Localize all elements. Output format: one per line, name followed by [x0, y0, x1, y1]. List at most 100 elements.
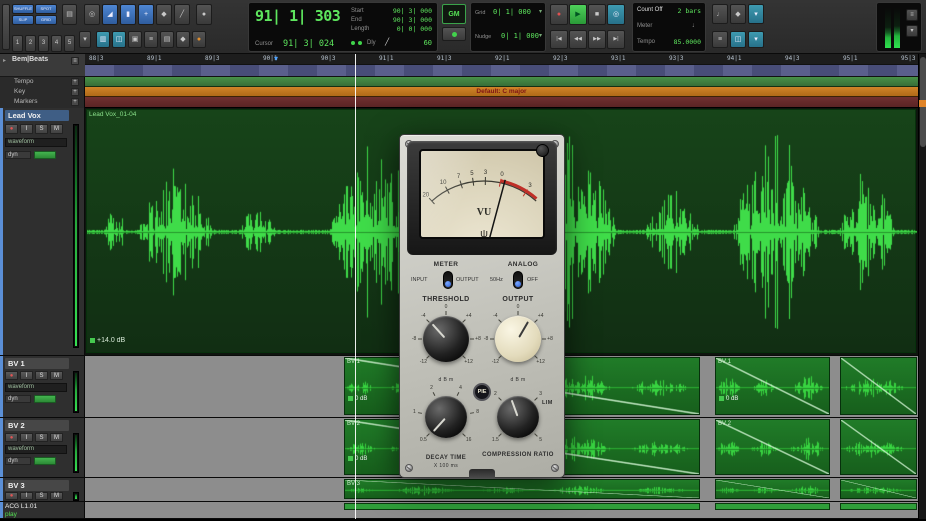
- track-header-bv2[interactable]: BV 2 ● I S M waveform dyn: [0, 418, 85, 478]
- ruler-row-markers[interactable]: Markers +: [0, 97, 85, 107]
- midi-merge-toggle[interactable]: ≡: [712, 31, 728, 48]
- fast-forward-button[interactable]: ▶▶: [588, 30, 606, 49]
- nudge-value[interactable]: 0| 1| 000: [501, 32, 539, 40]
- solo-button[interactable]: S: [35, 433, 48, 442]
- edit-mode-spot-button[interactable]: SPOT: [35, 4, 57, 14]
- audio-region-bv2c[interactable]: [840, 419, 917, 475]
- ruler-menu-button[interactable]: ≡: [71, 57, 79, 65]
- input-monitor-button[interactable]: I: [20, 371, 33, 380]
- mute-button[interactable]: M: [50, 433, 63, 442]
- audio-region-bv3[interactable]: BV 3: [344, 479, 700, 499]
- count-off-label[interactable]: Count Off: [637, 7, 663, 13]
- memory-location-2[interactable]: 2: [25, 35, 36, 52]
- meter-source-toggle[interactable]: [443, 271, 453, 289]
- track-list-toggle[interactable]: ◫: [730, 31, 746, 48]
- scrubber-tool-button[interactable]: ◆: [156, 4, 172, 25]
- tempo-label[interactable]: Tempo: [637, 39, 655, 45]
- audio-region-acg-b[interactable]: [715, 503, 830, 510]
- conductor-button[interactable]: ◆: [730, 4, 746, 24]
- smart-tool-button[interactable]: ●: [196, 4, 212, 25]
- selector-tool-button[interactable]: ▮: [120, 4, 136, 25]
- trim-tool-button[interactable]: ◢: [102, 4, 118, 25]
- count-off-value[interactable]: 2 bars: [678, 7, 701, 15]
- selection-length-value[interactable]: 0| 0| 000: [397, 25, 432, 33]
- grabber-tool-button[interactable]: +: [138, 4, 154, 25]
- memory-location-4[interactable]: 4: [51, 35, 62, 52]
- add-tempo-event-button[interactable]: +: [71, 78, 79, 86]
- track-view-selector[interactable]: waveform: [5, 138, 67, 147]
- tempo-ruler-bar[interactable]: [85, 77, 918, 87]
- link-track-button[interactable]: ▣: [128, 31, 142, 48]
- track-lane-acg[interactable]: [85, 502, 918, 519]
- tempo-value[interactable]: 85.0000: [674, 38, 701, 46]
- track-name-bv2[interactable]: BV 2: [5, 420, 69, 431]
- record-button[interactable]: ●: [550, 4, 568, 25]
- track-header-acg[interactable]: ACG L1.01 play: [0, 502, 85, 519]
- selection-start-value[interactable]: 90| 3| 000: [393, 7, 432, 15]
- markers-ruler-bar[interactable]: [85, 97, 918, 108]
- grid-dropdown-icon[interactable]: ▾: [539, 8, 542, 15]
- rewind-button[interactable]: ◀◀: [569, 30, 587, 49]
- compression-ratio-knob[interactable]: [497, 396, 539, 438]
- track-header-bv1[interactable]: BV 1 ● I S M waveform dyn: [0, 356, 85, 418]
- edit-mode-slip-button[interactable]: SLIP: [12, 15, 34, 25]
- play-button[interactable]: ▶: [569, 4, 587, 25]
- midi-merge-button[interactable]: [442, 27, 466, 41]
- automation-mode-selector[interactable]: dyn: [5, 457, 31, 465]
- selection-end-value[interactable]: 90| 3| 000: [393, 16, 432, 24]
- track-name-bv1[interactable]: BV 1: [5, 358, 69, 369]
- mirrored-midi-button[interactable]: ▤: [160, 31, 174, 48]
- audio-region-acg[interactable]: [344, 503, 700, 510]
- memory-location-3[interactable]: 3: [38, 35, 49, 52]
- session-group-name[interactable]: Bem|Beats: [12, 56, 48, 63]
- memory-dropdown-button[interactable]: ▾: [79, 31, 91, 48]
- automation-read-indicator[interactable]: [34, 395, 56, 403]
- track-view-selector[interactable]: waveform: [5, 383, 67, 392]
- solo-button[interactable]: S: [35, 124, 48, 134]
- add-marker-button[interactable]: +: [71, 98, 79, 106]
- pre-roll-button[interactable]: ●: [192, 31, 206, 48]
- plugin-window-pie-compressor[interactable]: 201075303VUψ METER ANALOG INPUT OUTPUT 5…: [399, 134, 565, 478]
- main-counter-display[interactable]: 91| 1| 303: [255, 7, 340, 25]
- solo-button[interactable]: S: [35, 371, 48, 380]
- automation-read-indicator[interactable]: [34, 457, 56, 465]
- link-timeline-button[interactable]: ◫: [112, 31, 126, 48]
- bars-ruler-bar[interactable]: [85, 64, 918, 77]
- input-monitor-button[interactable]: I: [20, 124, 33, 134]
- meter-options-button[interactable]: ≡: [906, 9, 918, 21]
- record-arm-button[interactable]: ●: [5, 433, 18, 442]
- track-name-bv3[interactable]: BV 3: [5, 480, 69, 491]
- toolbar-handle[interactable]: [2, 4, 10, 50]
- playlist-mode-label[interactable]: play: [5, 511, 17, 518]
- automation-mode-selector[interactable]: dyn: [5, 151, 31, 159]
- return-to-start-button[interactable]: |◀: [550, 30, 568, 49]
- clip-gain-label[interactable]: 0 dB: [348, 456, 367, 462]
- clip-gain-label[interactable]: +14.0 dB: [90, 337, 125, 344]
- mute-button[interactable]: M: [50, 124, 63, 134]
- mute-button[interactable]: M: [50, 492, 63, 500]
- pencil-tool-button[interactable]: ╱: [174, 4, 190, 25]
- record-arm-button[interactable]: ●: [5, 371, 18, 380]
- audio-region-bv2b[interactable]: BV 2: [715, 419, 830, 475]
- key-signature-bar[interactable]: Default: C major: [85, 87, 918, 97]
- edit-mode-grid-button[interactable]: GRID: [35, 15, 57, 25]
- loop-playback-button[interactable]: ◎: [607, 4, 625, 25]
- stop-button[interactable]: ■: [588, 4, 606, 25]
- go-to-end-button[interactable]: ▶|: [607, 30, 625, 49]
- pencil-icon[interactable]: ╱: [385, 38, 389, 46]
- audio-region-bv3b[interactable]: [715, 479, 830, 499]
- nudge-dropdown-icon[interactable]: ▾: [539, 32, 542, 39]
- vertical-scrollbar[interactable]: [918, 54, 926, 519]
- mute-button[interactable]: M: [50, 371, 63, 380]
- collapse-icon[interactable]: ▸: [3, 57, 6, 64]
- session-marker[interactable]: [919, 100, 926, 107]
- audio-region-bv1b[interactable]: BV 1 0 dB: [715, 357, 830, 415]
- track-name-acg[interactable]: ACG L1.01: [5, 503, 37, 510]
- memory-location-1[interactable]: 1: [12, 35, 23, 52]
- decay-time-knob[interactable]: [425, 396, 467, 438]
- meter-dropdown-button[interactable]: ▾: [906, 25, 918, 37]
- meter-label[interactable]: Meter: [637, 23, 652, 29]
- meter-trim-knob[interactable]: [536, 144, 549, 157]
- automation-mode-selector[interactable]: dyn: [5, 395, 31, 403]
- input-monitor-button[interactable]: I: [20, 433, 33, 442]
